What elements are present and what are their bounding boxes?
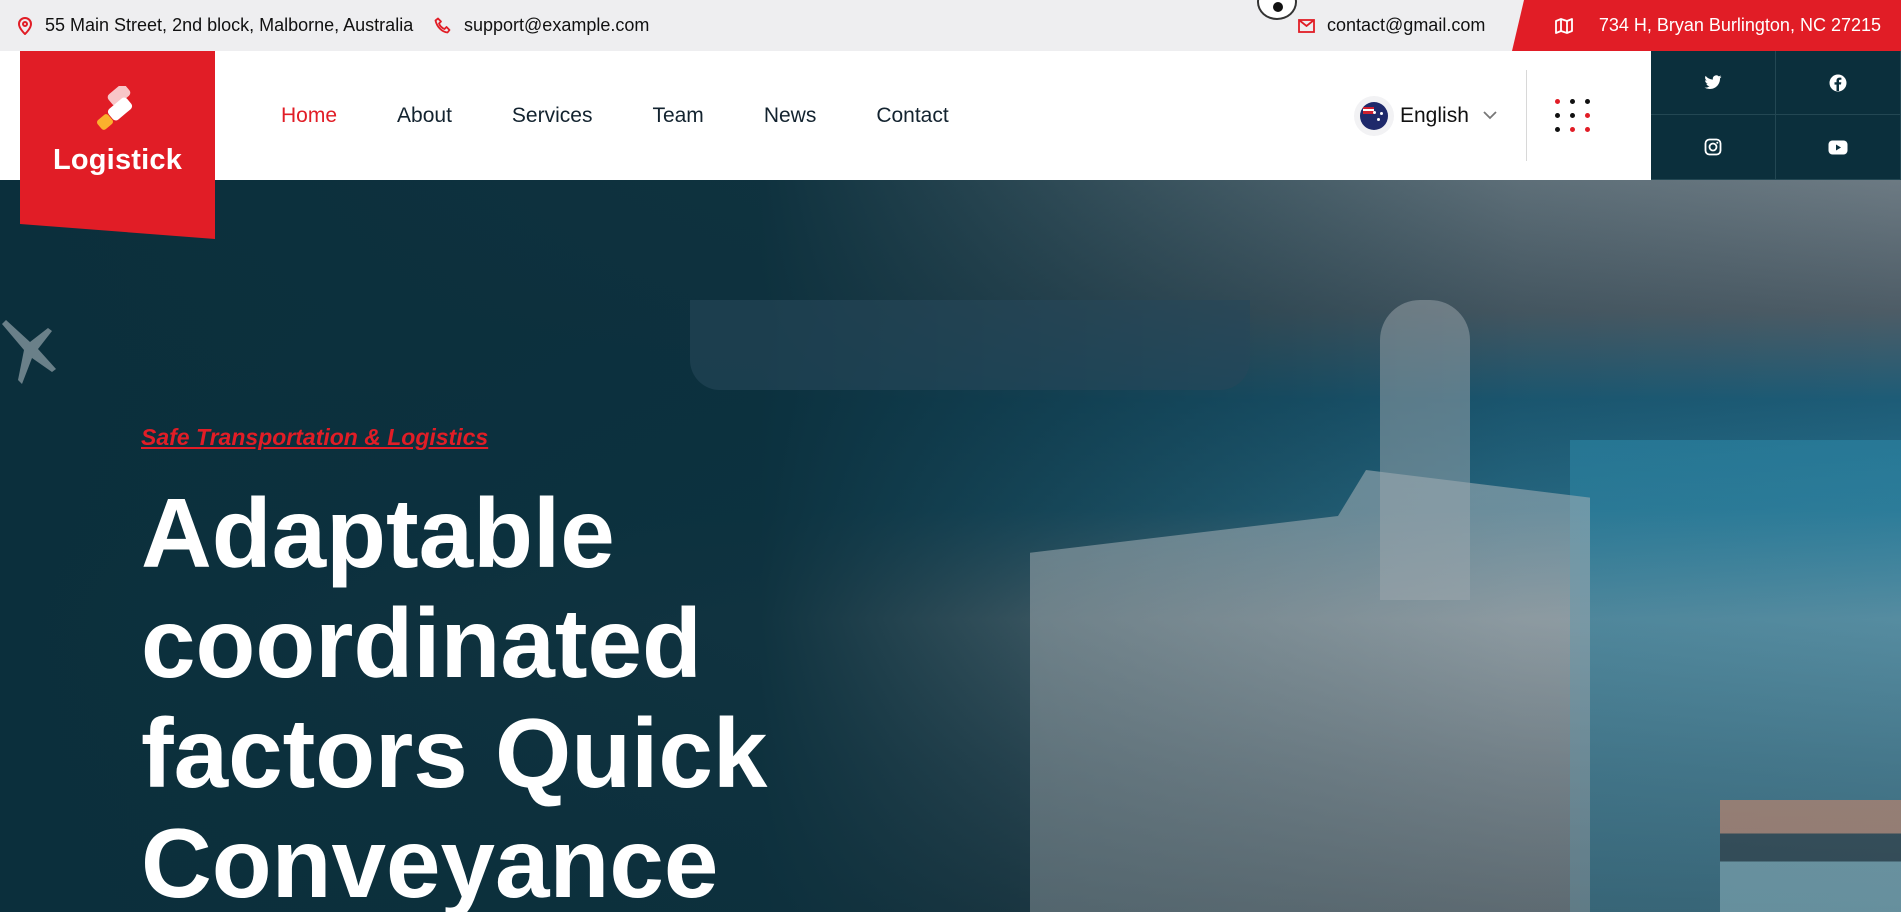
hero-title-line: Conveyance bbox=[141, 808, 719, 912]
logo-mark-icon bbox=[96, 86, 132, 130]
main-navigation: Home About Services Team News Contact bbox=[281, 51, 1009, 180]
nav-news[interactable]: News bbox=[764, 104, 817, 128]
top-info-bar: 55 Main Street, 2nd block, Malborne, Aus… bbox=[0, 0, 1901, 51]
nav-team[interactable]: Team bbox=[652, 104, 703, 128]
logo-text: Logistick bbox=[52, 144, 183, 176]
social-links bbox=[1651, 51, 1901, 180]
hero-subtitle[interactable]: Safe Transportation & Logistics bbox=[141, 424, 488, 451]
address-info: 55 Main Street, 2nd block, Malborne, Aus… bbox=[17, 0, 413, 51]
hero-title-line: coordinated bbox=[141, 588, 702, 698]
hero-title: Adaptable coordinated factors Quick Conv… bbox=[141, 478, 841, 912]
instagram-icon bbox=[1704, 138, 1722, 156]
twitter-link[interactable] bbox=[1651, 51, 1776, 115]
background-containers bbox=[1720, 800, 1901, 912]
address-text: 55 Main Street, 2nd block, Malborne, Aus… bbox=[45, 15, 414, 35]
youtube-link[interactable] bbox=[1776, 115, 1901, 180]
office-address-block: 734 H, Bryan Burlington, NC 27215 bbox=[1512, 0, 1901, 51]
contact-email-info[interactable]: contact@gmail.com bbox=[1298, 0, 1485, 51]
language-selector[interactable]: English bbox=[1360, 51, 1497, 180]
hero-title-line: Adaptable bbox=[141, 478, 615, 588]
mail-icon bbox=[1298, 18, 1315, 33]
cursor-indicator bbox=[1257, 0, 1297, 20]
instagram-link[interactable] bbox=[1651, 115, 1776, 180]
support-email-text[interactable]: support@example.com bbox=[464, 15, 649, 36]
facebook-icon bbox=[1829, 74, 1847, 91]
nav-services[interactable]: Services bbox=[512, 104, 593, 128]
header-divider bbox=[1526, 70, 1527, 161]
australia-flag-icon bbox=[1360, 101, 1388, 130]
nav-about[interactable]: About bbox=[397, 104, 452, 128]
twitter-icon bbox=[1704, 75, 1722, 90]
site-logo[interactable]: Logistick bbox=[20, 51, 215, 239]
map-icon bbox=[1554, 17, 1573, 34]
nav-home[interactable]: Home bbox=[281, 104, 337, 128]
language-label: English bbox=[1400, 103, 1469, 127]
nav-contact[interactable]: Contact bbox=[876, 104, 948, 128]
hero-title-line: factors Quick bbox=[141, 698, 768, 808]
facebook-link[interactable] bbox=[1776, 51, 1901, 115]
background-ship-deck bbox=[1030, 470, 1590, 912]
support-email-info[interactable]: support@example.com bbox=[434, 0, 649, 51]
contact-email-text[interactable]: contact@gmail.com bbox=[1327, 15, 1485, 36]
chevron-down-icon bbox=[1483, 111, 1497, 120]
youtube-icon bbox=[1828, 140, 1848, 154]
phone-icon bbox=[434, 17, 451, 33]
office-address-text: 734 H, Bryan Burlington, NC 27215 bbox=[1598, 15, 1881, 35]
hero-section: Safe Transportation & Logistics Adaptabl… bbox=[0, 180, 1901, 912]
location-pin-icon bbox=[17, 16, 33, 35]
background-ship-funnel bbox=[1380, 300, 1470, 600]
background-ship-hull bbox=[690, 300, 1250, 390]
airplane-icon bbox=[2, 320, 56, 384]
menu-grid-button[interactable] bbox=[1555, 99, 1591, 133]
